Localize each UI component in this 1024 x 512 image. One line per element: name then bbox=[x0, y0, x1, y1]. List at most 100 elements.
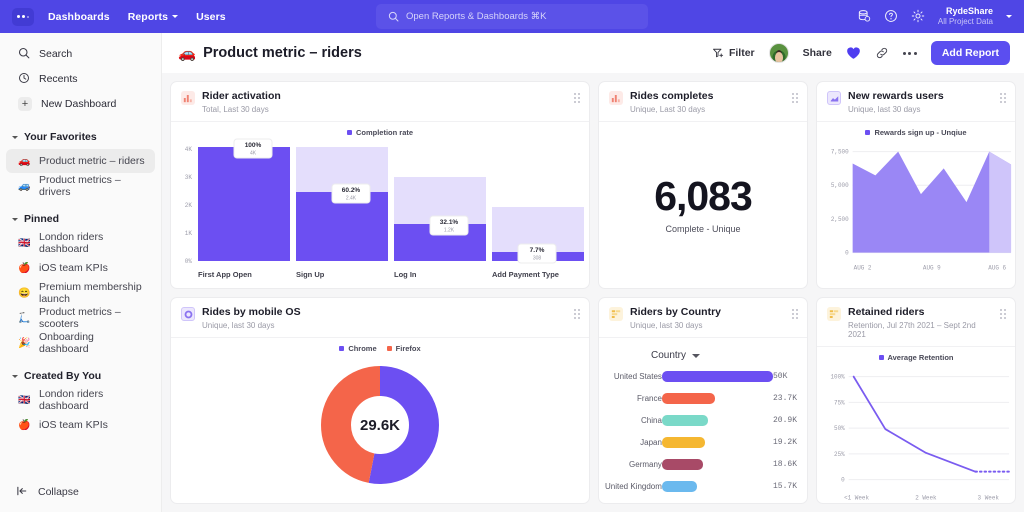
column-header-country[interactable]: Country bbox=[651, 350, 700, 361]
add-report-button[interactable]: Add Report bbox=[931, 41, 1010, 65]
sidebar-item-product-metrics-scooters-label: Product metrics – scooters bbox=[39, 306, 145, 330]
x-tick-first-app-open: First App Open bbox=[198, 270, 252, 279]
card-body: Completion rate 4K 3K 2K 1K 0% bbox=[171, 122, 589, 288]
chevron-down-icon bbox=[172, 15, 178, 18]
nav-link-dashboards[interactable]: Dashboards bbox=[48, 11, 110, 23]
app-logo-dots-icon[interactable] bbox=[12, 8, 34, 26]
drag-handle-icon[interactable] bbox=[1000, 90, 1006, 103]
flag-emoji-icon: 🇬🇧 bbox=[18, 238, 30, 249]
data-label-value: 308 bbox=[533, 256, 542, 262]
legend-item-firefox[interactable]: Firefox bbox=[387, 344, 421, 353]
bar-group-sign-up[interactable] bbox=[296, 147, 388, 261]
sidebar-group-your-favorites[interactable]: Your Favorites bbox=[0, 126, 161, 148]
drag-handle-icon[interactable] bbox=[574, 90, 580, 103]
legend-item-completion-rate[interactable]: Completion rate bbox=[347, 128, 413, 137]
drag-handle-icon[interactable] bbox=[792, 306, 798, 319]
avatar[interactable] bbox=[769, 43, 789, 63]
sidebar-item-london-riders-dashboard[interactable]: 🇬🇧 London riders dashboard bbox=[6, 231, 155, 255]
area-series-projected bbox=[989, 152, 1011, 253]
sidebar-group-pinned[interactable]: Pinned bbox=[0, 208, 161, 230]
sidebar-item-london-riders-dashboard-label: London riders dashboard bbox=[39, 231, 145, 255]
row-label: United States bbox=[605, 371, 662, 382]
link-icon[interactable] bbox=[875, 46, 889, 60]
sidebar-item-product-metrics-scooters[interactable]: 🛴 Product metrics – scooters bbox=[6, 306, 155, 330]
global-search-input[interactable]: Open Reports & Dashboards ⌘K bbox=[376, 4, 648, 29]
app-window: Dashboards Reports Users Open Reports & … bbox=[0, 0, 1024, 512]
card-title: Rides by mobile OS bbox=[202, 306, 301, 319]
sidebar-group-created-by-you[interactable]: Created By You bbox=[0, 365, 161, 387]
nav-link-reports-label: Reports bbox=[128, 11, 168, 23]
share-button[interactable]: Share bbox=[803, 47, 832, 59]
sidebar-item-new-dashboard[interactable]: + New Dashboard bbox=[6, 92, 155, 116]
account-chevron-down-icon[interactable] bbox=[1006, 15, 1012, 18]
sidebar-item-search[interactable]: Search bbox=[6, 42, 155, 66]
sidebar-item-onboarding-dashboard[interactable]: 🎉 Onboarding dashboard bbox=[6, 331, 155, 355]
apple-emoji-icon: 🍎 bbox=[18, 420, 30, 431]
flag-emoji-icon: 🇬🇧 bbox=[18, 395, 30, 406]
filter-icon bbox=[712, 47, 724, 59]
table-row[interactable]: United Kingdom 15.7K bbox=[605, 481, 797, 492]
legend-label: Completion rate bbox=[356, 128, 413, 137]
main-content: 🚗 Product metric – riders Filter bbox=[162, 33, 1024, 512]
y-tick-2k: 2K bbox=[185, 202, 193, 209]
sidebar-item-created-ios-team-kpis[interactable]: 🍎 iOS team KPIs bbox=[6, 413, 155, 437]
sidebar-item-created-london-riders-dashboard[interactable]: 🇬🇧 London riders dashboard bbox=[6, 388, 155, 412]
chart-legend: Completion rate bbox=[171, 122, 589, 137]
y-tick-75: 75% bbox=[834, 399, 845, 406]
gear-icon[interactable] bbox=[911, 9, 925, 23]
nav-link-reports[interactable]: Reports bbox=[128, 11, 178, 23]
rider-activation-bar-chart: 4K 3K 2K 1K 0% bbox=[171, 137, 589, 285]
table-row[interactable]: Germany 18.6K bbox=[605, 459, 797, 470]
legend-item-chrome[interactable]: Chrome bbox=[339, 344, 376, 353]
legend-item-rewards-signup[interactable]: Rewards sign up - Unqiue bbox=[865, 128, 966, 137]
database-icon[interactable] bbox=[857, 9, 871, 23]
global-search-placeholder: Open Reports & Dashboards ⌘K bbox=[406, 11, 546, 22]
nav-link-users[interactable]: Users bbox=[196, 11, 226, 23]
collapse-left-icon bbox=[16, 485, 28, 500]
legend-swatch bbox=[339, 346, 344, 351]
row-value: 19.2K bbox=[773, 437, 797, 448]
table-row[interactable]: China 20.9K bbox=[605, 415, 797, 426]
help-circle-icon[interactable] bbox=[884, 9, 898, 23]
sidebar-item-product-metrics-drivers[interactable]: 🚙 Product metrics – drivers bbox=[6, 174, 155, 198]
card-riders-by-country: Riders by Country Unique, last 30 days C… bbox=[598, 297, 808, 504]
x-tick-aug-16: AUG 6 bbox=[988, 265, 1006, 272]
heart-icon[interactable] bbox=[846, 46, 861, 60]
sidebar-item-onboarding-dashboard-label: Onboarding dashboard bbox=[39, 331, 145, 355]
sidebar-collapse-button[interactable]: Collapse bbox=[6, 480, 155, 504]
top-nav-actions: RydeShare All Project Data bbox=[857, 6, 1012, 26]
data-label-value: 1.2K bbox=[444, 228, 455, 234]
x-tick-log-in: Log In bbox=[394, 270, 417, 279]
chart-legend: Chrome Firefox bbox=[171, 338, 589, 353]
drag-handle-icon[interactable] bbox=[792, 90, 798, 103]
card-subtitle: Retention, Jul 27th 2021 – Sept 2nd 2021 bbox=[848, 321, 993, 339]
scalar-metric: 6,083 Complete - Unique bbox=[599, 122, 807, 288]
table-row[interactable]: United States 50K bbox=[605, 371, 797, 382]
filter-button[interactable]: Filter bbox=[712, 47, 755, 59]
table-row[interactable]: France 23.7K bbox=[605, 393, 797, 404]
sidebar-item-recents[interactable]: Recents bbox=[6, 67, 155, 91]
top-navigation-bar: Dashboards Reports Users Open Reports & … bbox=[0, 0, 1024, 33]
row-bar bbox=[662, 393, 715, 404]
sidebar-item-new-dashboard-label: New Dashboard bbox=[41, 98, 116, 110]
y-tick-2500: 2,500 bbox=[831, 216, 849, 223]
chevron-down-icon bbox=[692, 354, 700, 358]
chevron-down-icon bbox=[12, 218, 18, 221]
bar-group-first-app-open[interactable] bbox=[198, 147, 290, 261]
app-body: Search Recents + New Dashboard Your Favo… bbox=[0, 33, 1024, 512]
drag-handle-icon[interactable] bbox=[574, 306, 580, 319]
sidebar-item-product-metric-riders[interactable]: 🚗 Product metric – riders bbox=[6, 149, 155, 173]
data-label-value: 2.4K bbox=[346, 196, 357, 202]
row-bar bbox=[662, 415, 708, 426]
more-horizontal-icon[interactable] bbox=[903, 52, 917, 55]
drag-handle-icon[interactable] bbox=[1000, 306, 1006, 319]
account-switcher[interactable]: RydeShare All Project Data bbox=[938, 6, 993, 26]
y-tick-0: 0 bbox=[841, 477, 845, 484]
legend-swatch bbox=[865, 130, 870, 135]
sidebar-item-ios-team-kpis[interactable]: 🍎 iOS team KPIs bbox=[6, 256, 155, 280]
legend-item-average-retention[interactable]: Average Retention bbox=[879, 353, 954, 362]
row-label: China bbox=[605, 415, 662, 426]
sidebar-item-created-london-riders-dashboard-label: London riders dashboard bbox=[39, 388, 145, 412]
sidebar-item-premium-membership-launch[interactable]: 😄 Premium membership launch bbox=[6, 281, 155, 305]
table-row[interactable]: Japan 19.2K bbox=[605, 437, 797, 448]
